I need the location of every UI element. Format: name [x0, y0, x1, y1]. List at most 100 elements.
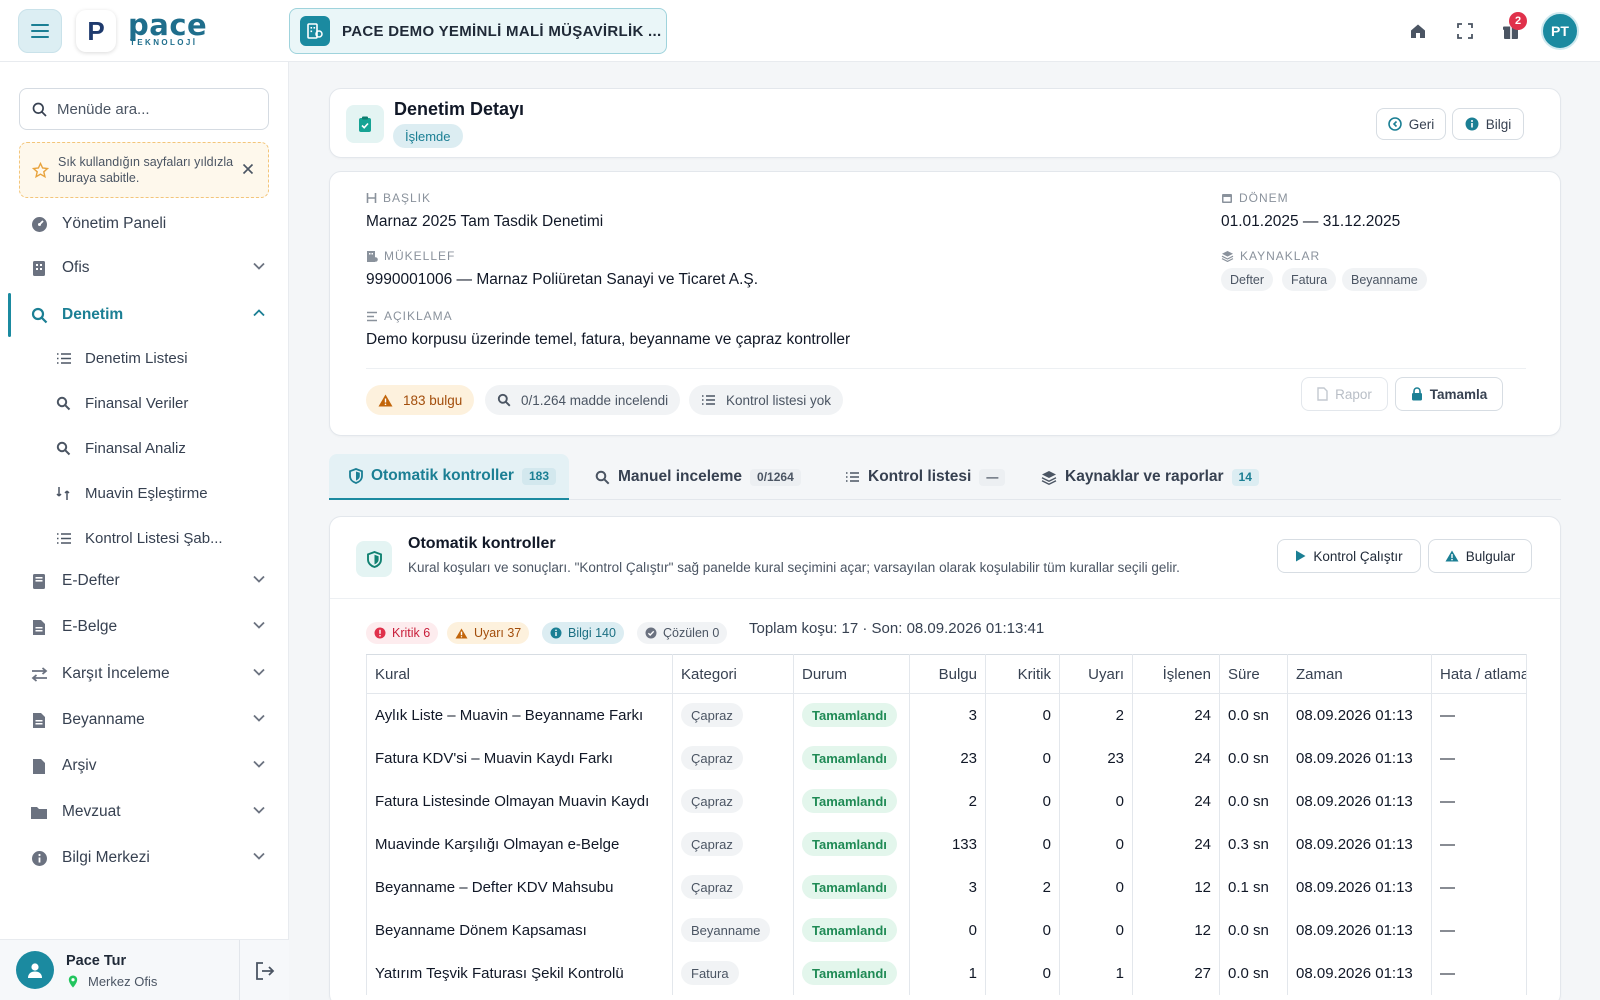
- rule-status-cell: Tamamlandı: [793, 822, 910, 866]
- user-avatar[interactable]: PT: [1541, 12, 1579, 50]
- status-badge: Tamamlandı: [802, 961, 897, 985]
- shield-icon: [356, 541, 392, 577]
- checklist-status-chip[interactable]: Kontrol listesi yok: [689, 385, 844, 415]
- status-badge: İşlemde: [393, 124, 463, 148]
- sidebar-item-label: Yönetim Paneli: [62, 215, 167, 232]
- office-selector[interactable]: PACE DEMO YEMİNLİ MALİ MÜŞAVİRLİK ...: [289, 8, 667, 54]
- heading-icon: [366, 193, 377, 203]
- complete-label: Tamamla: [1429, 386, 1488, 402]
- sources-label-text: KAYNAKLAR: [1240, 249, 1321, 263]
- dashboard-icon: [30, 215, 48, 233]
- top-header: P pace TEKNOLOJİ PACE DEMO YEMİNLİ MALİ …: [0, 0, 1600, 62]
- critical-cell: 0: [985, 951, 1060, 995]
- column-header-rule[interactable]: Kural: [366, 654, 673, 694]
- findings-count-chip[interactable]: 183 bulgu: [366, 385, 475, 415]
- sidebar-item-archive[interactable]: Arşiv: [0, 746, 289, 786]
- rule-status-cell: Tamamlandı: [793, 951, 910, 995]
- column-header-processed[interactable]: İşlenen: [1132, 654, 1220, 694]
- table-row[interactable]: Beyanname – Defter KDV Mahsubu Çapraz Ta…: [366, 865, 1527, 909]
- home-icon[interactable]: [1406, 19, 1430, 43]
- taxpayer-field-label: MÜKELLEF: [366, 249, 455, 263]
- list-icon: [702, 395, 715, 405]
- critical-count-badge[interactable]: Kritik 6: [366, 622, 439, 644]
- sidebar-item-counter-review[interactable]: Karşıt İnceleme: [0, 654, 289, 694]
- column-header-findings[interactable]: Bulgu: [909, 654, 986, 694]
- column-header-duration[interactable]: Süre: [1219, 654, 1288, 694]
- warning-cell: 23: [1059, 736, 1133, 780]
- close-icon[interactable]: [242, 163, 254, 175]
- findings-cell: 23: [909, 736, 986, 780]
- column-header-status[interactable]: Durum: [793, 654, 910, 694]
- info-button[interactable]: Bilgi: [1452, 108, 1524, 140]
- rule-category-cell: Çapraz: [672, 865, 794, 909]
- rule-name: Fatura KDV'si – Muavin Kaydı Farkı: [366, 736, 673, 780]
- sidebar-item-office[interactable]: Ofis: [0, 248, 289, 288]
- table-row[interactable]: Yatırım Teşvik Faturası Şekil Kontrolü F…: [366, 951, 1527, 995]
- tab-manual-review[interactable]: Manuel inceleme 0/1264: [595, 454, 801, 500]
- time-cell: 08.09.2026 01:13: [1287, 693, 1432, 737]
- user-avatar-icon[interactable]: [16, 951, 54, 989]
- info-count-badge[interactable]: Bilgi 140: [542, 622, 624, 644]
- findings-button[interactable]: Bulgular: [1428, 539, 1532, 573]
- critical-cell: 2: [985, 865, 1060, 909]
- warning-count-label: Uyarı 37: [474, 626, 522, 640]
- chevron-up-icon: [253, 309, 265, 317]
- chevron-down-icon: [253, 852, 265, 860]
- tab-sources-reports[interactable]: Kaynaklar ve raporlar 14: [1041, 454, 1259, 500]
- clipboard-check-icon: [346, 105, 384, 143]
- sidebar-item-label: Denetim: [62, 306, 124, 323]
- sidebar-item-label: E-Defter: [62, 572, 120, 589]
- rule-name: Beyanname Dönem Kapsaması: [366, 908, 673, 952]
- back-button[interactable]: Geri: [1376, 108, 1446, 140]
- tab-checklist[interactable]: Kontrol listesi —: [845, 454, 1006, 500]
- status-badge: Tamamlandı: [802, 746, 897, 770]
- column-header-critical[interactable]: Kritik: [985, 654, 1060, 694]
- sidebar-subitem-checklist-templates[interactable]: Kontrol Listesi Şab...: [0, 519, 289, 557]
- resolved-count-label: Çözülen 0: [663, 626, 720, 640]
- table-row[interactable]: Fatura Listesinde Olmayan Muavin Kaydı Ç…: [366, 779, 1527, 823]
- rule-name: Yatırım Teşvik Faturası Şekil Kontrolü: [366, 951, 673, 995]
- sidebar-item-label: E-Belge: [62, 618, 118, 635]
- tab-automatic-checks[interactable]: Otomatik kontroller 183: [329, 454, 569, 500]
- menu-search-input[interactable]: [57, 100, 257, 118]
- location-pin-icon: [68, 975, 78, 988]
- sidebar-item-declaration[interactable]: Beyanname: [0, 700, 289, 740]
- column-header-time[interactable]: Zaman: [1287, 654, 1432, 694]
- logout-button[interactable]: [239, 940, 289, 1000]
- error-cell: —: [1431, 951, 1527, 995]
- fullscreen-icon[interactable]: [1453, 19, 1477, 43]
- table-row[interactable]: Beyanname Dönem Kapsaması Beyanname Tama…: [366, 908, 1527, 952]
- sidebar-subitem-financial-data[interactable]: Finansal Veriler: [0, 384, 289, 422]
- reviewed-items-chip[interactable]: 0/1.264 madde incelendi: [485, 385, 681, 415]
- warning-cell: 0: [1059, 822, 1133, 866]
- category-tag: Çapraz: [681, 789, 743, 813]
- logo-mark[interactable]: P: [76, 10, 116, 52]
- building-icon: [30, 259, 48, 277]
- sidebar-item-knowledge-center[interactable]: Bilgi Merkezi: [0, 838, 289, 878]
- complete-button[interactable]: Tamamla: [1395, 377, 1503, 411]
- column-header-error[interactable]: Hata / atlama: [1431, 654, 1527, 694]
- sidebar-item-audit[interactable]: Denetim: [0, 293, 289, 337]
- table-row[interactable]: Fatura KDV'si – Muavin Kaydı Farkı Çapra…: [366, 736, 1527, 780]
- rule-category-cell: Fatura: [672, 951, 794, 995]
- sidebar-item-e-ledger[interactable]: E-Defter: [0, 561, 289, 601]
- sidebar-subitem-financial-analysis[interactable]: Finansal Analiz: [0, 429, 289, 467]
- sidebar-subitem-ledger-matching[interactable]: Muavin Eşleştirme: [0, 474, 289, 512]
- menu-toggle-button[interactable]: [18, 9, 62, 53]
- rule-name: Fatura Listesinde Olmayan Muavin Kaydı: [366, 779, 673, 823]
- sidebar-item-dashboard[interactable]: Yönetim Paneli: [0, 204, 289, 244]
- column-header-warning[interactable]: Uyarı: [1059, 654, 1133, 694]
- table-row[interactable]: Muavinde Karşılığı Olmayan e-Belge Çapra…: [366, 822, 1527, 866]
- warning-count-badge[interactable]: Uyarı 37: [447, 622, 530, 644]
- report-button[interactable]: Rapor: [1301, 377, 1388, 411]
- resolved-count-badge[interactable]: Çözülen 0: [637, 622, 728, 644]
- rule-category-cell: Çapraz: [672, 822, 794, 866]
- column-header-category[interactable]: Kategori: [672, 654, 794, 694]
- warning-triangle-icon: [1445, 550, 1459, 562]
- table-row[interactable]: Aylık Liste – Muavin – Beyanname Farkı Ç…: [366, 693, 1527, 737]
- sidebar-item-legislation[interactable]: Mevzuat: [0, 792, 289, 832]
- sidebar-subitem-audit-list[interactable]: Denetim Listesi: [0, 339, 289, 377]
- sidebar-item-e-document[interactable]: E-Belge: [0, 607, 289, 647]
- info-icon: [1465, 117, 1479, 131]
- run-checks-button[interactable]: Kontrol Çalıştır: [1277, 539, 1421, 573]
